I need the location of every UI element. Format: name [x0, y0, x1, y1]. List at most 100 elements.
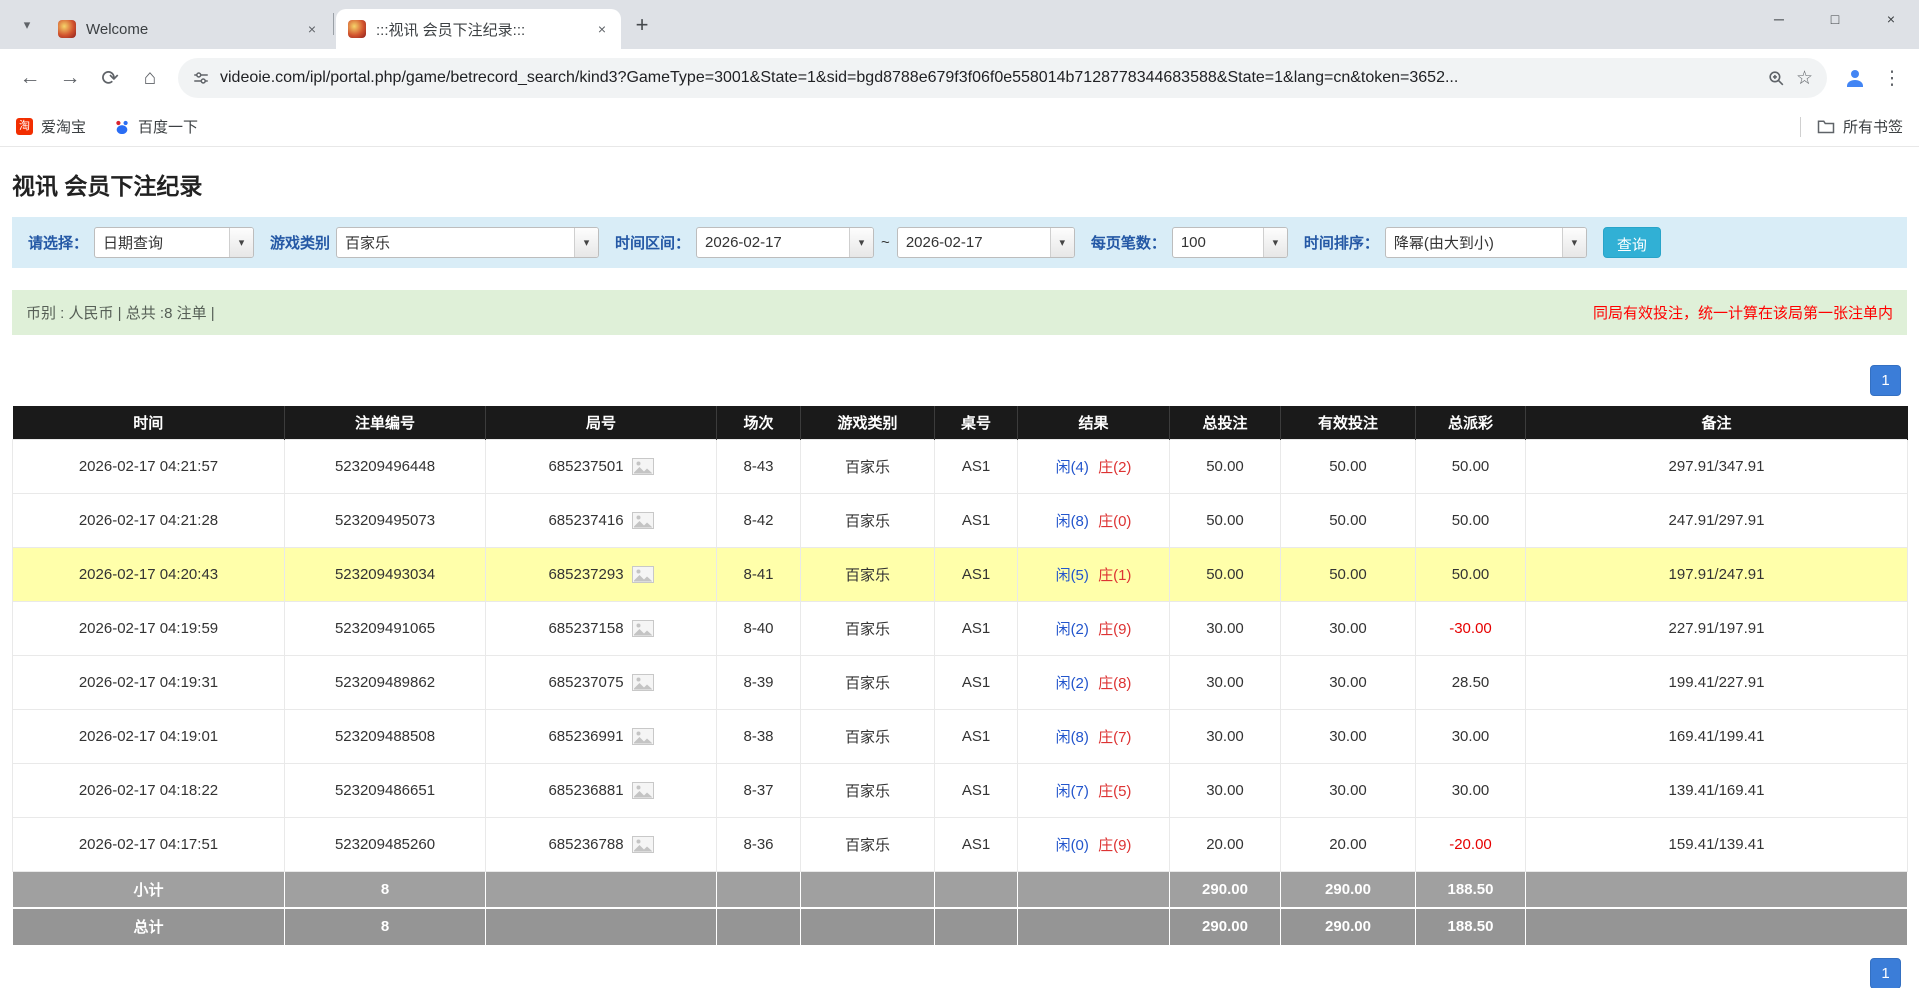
pagination-bottom: 1	[18, 958, 1901, 988]
tab-welcome[interactable]: Welcome ×	[46, 9, 331, 49]
cell-time: 2026-02-17 04:21:57	[13, 439, 285, 493]
date-separator: ~	[881, 234, 890, 251]
round-id-value: 685237501	[548, 458, 623, 475]
header-remark: 备注	[1526, 406, 1908, 439]
chevron-down-icon[interactable]: ▾	[229, 228, 253, 257]
new-tab-button[interactable]: +	[627, 10, 657, 40]
cell-game-type: 百家乐	[801, 655, 935, 709]
cell-total-bet[interactable]: 50.00	[1170, 547, 1281, 601]
cell-session: 8-38	[717, 709, 801, 763]
zoom-icon[interactable]	[1767, 69, 1786, 88]
cell-table-no: AS1	[935, 493, 1018, 547]
chevron-down-icon[interactable]: ▾	[1050, 228, 1074, 257]
game-type-select[interactable]: 百家乐 ▾	[336, 227, 599, 258]
date-from-value: 2026-02-17	[697, 228, 849, 257]
minimize-button[interactable]: ─	[1751, 0, 1807, 38]
chevron-down-icon[interactable]: ▾	[574, 228, 598, 257]
folder-icon	[1817, 119, 1835, 134]
tab-close-icon[interactable]: ×	[591, 18, 613, 40]
tab-close-icon[interactable]: ×	[301, 18, 323, 40]
reload-button[interactable]: ⟳	[90, 58, 130, 98]
header-time: 时间	[13, 406, 285, 439]
baidu-icon	[114, 119, 130, 135]
bookmarks-divider	[1800, 117, 1801, 137]
mode-label: 请选择：	[28, 232, 88, 253]
site-info-icon[interactable]	[192, 69, 210, 87]
round-replay-icon[interactable]	[632, 674, 654, 691]
round-replay-icon[interactable]	[632, 782, 654, 799]
bookmark-aitaobao[interactable]: 淘 爱淘宝	[16, 116, 86, 137]
cell-total-bet[interactable]: 30.00	[1170, 763, 1281, 817]
subtotal-total-bet: 290.00	[1170, 871, 1281, 908]
round-replay-icon[interactable]	[632, 512, 654, 529]
chevron-down-icon[interactable]: ▾	[1263, 228, 1287, 257]
chevron-down-icon[interactable]: ▾	[849, 228, 873, 257]
cell-session: 8-39	[717, 655, 801, 709]
mode-select[interactable]: 日期查询 ▾	[94, 227, 254, 258]
subtotal-label: 小计	[13, 871, 285, 908]
tab-search-icon[interactable]: ▾	[12, 10, 42, 40]
cell-result: 闲(8) 庄(0)	[1018, 493, 1170, 547]
cell-total-bet[interactable]: 30.00	[1170, 709, 1281, 763]
back-button[interactable]: ←	[10, 58, 50, 98]
date-from-select[interactable]: 2026-02-17 ▾	[696, 227, 874, 258]
cell-session: 8-43	[717, 439, 801, 493]
profile-avatar[interactable]	[1835, 58, 1875, 98]
bookmark-label: 爱淘宝	[41, 116, 86, 137]
cell-session: 8-42	[717, 493, 801, 547]
cell-result: 闲(5) 庄(1)	[1018, 547, 1170, 601]
sort-value: 降幂(由大到小)	[1386, 228, 1562, 257]
bookmark-baidu[interactable]: 百度一下	[114, 116, 198, 137]
all-bookmarks-button[interactable]: 所有书签	[1817, 116, 1903, 137]
cell-time: 2026-02-17 04:20:43	[13, 547, 285, 601]
round-replay-icon[interactable]	[632, 620, 654, 637]
window-close-button[interactable]: ×	[1863, 0, 1919, 38]
address-bar[interactable]: videoie.com/ipl/portal.php/game/betrecor…	[178, 58, 1827, 98]
subtotal-row: 小计 8 290.00 290.00 188.50	[13, 871, 1908, 908]
page-number-button[interactable]: 1	[1870, 958, 1901, 988]
cell-table-no: AS1	[935, 655, 1018, 709]
sort-select[interactable]: 降幂(由大到小) ▾	[1385, 227, 1587, 258]
header-payout: 总派彩	[1416, 406, 1526, 439]
cell-total-bet[interactable]: 50.00	[1170, 493, 1281, 547]
chevron-down-icon[interactable]: ▾	[1562, 228, 1586, 257]
page-size-value: 100	[1173, 228, 1263, 257]
forward-button[interactable]: →	[50, 58, 90, 98]
cell-game-type: 百家乐	[801, 709, 935, 763]
query-button[interactable]: 查询	[1603, 227, 1661, 258]
header-round-id: 局号	[486, 406, 717, 439]
cell-total-bet[interactable]: 30.00	[1170, 655, 1281, 709]
header-session: 场次	[717, 406, 801, 439]
cell-session: 8-41	[717, 547, 801, 601]
cell-game-type: 百家乐	[801, 439, 935, 493]
cell-total-bet[interactable]: 30.00	[1170, 601, 1281, 655]
tab-bet-records[interactable]: :::视讯 会员下注纪录::: ×	[336, 9, 621, 49]
cell-result: 闲(8) 庄(7)	[1018, 709, 1170, 763]
round-replay-icon[interactable]	[632, 836, 654, 853]
table-row: 2026-02-17 04:19:31 523209489862 6852370…	[13, 655, 1908, 709]
page-number-button[interactable]: 1	[1870, 365, 1901, 396]
cell-valid-bet: 30.00	[1281, 709, 1416, 763]
home-button[interactable]: ⌂	[130, 58, 170, 98]
cell-valid-bet: 50.00	[1281, 493, 1416, 547]
table-row: 2026-02-17 04:17:51 523209485260 6852367…	[13, 817, 1908, 871]
sort-label: 时间排序：	[1304, 232, 1379, 253]
round-replay-icon[interactable]	[632, 566, 654, 583]
round-replay-icon[interactable]	[632, 458, 654, 475]
cell-total-bet[interactable]: 50.00	[1170, 439, 1281, 493]
cell-total-bet[interactable]: 20.00	[1170, 817, 1281, 871]
page-content: 视讯 会员下注纪录 请选择： 日期查询 ▾ 游戏类别 百家乐 ▾ 时间区间： 2…	[0, 167, 1919, 988]
cell-round-id: 685236991	[486, 709, 717, 763]
notice-text: 同局有效投注，统一计算在该局第一张注单内	[1593, 302, 1893, 323]
round-replay-icon[interactable]	[632, 728, 654, 745]
result-banker: 庄(2)	[1098, 459, 1131, 476]
maximize-button[interactable]: □	[1807, 0, 1863, 38]
round-id-value: 685236991	[548, 728, 623, 745]
round-id-value: 685237158	[548, 620, 623, 637]
browser-menu-icon[interactable]: ⋮	[1875, 58, 1909, 98]
bookmark-star-icon[interactable]: ☆	[1796, 67, 1813, 90]
page-size-select[interactable]: 100 ▾	[1172, 227, 1288, 258]
date-to-select[interactable]: 2026-02-17 ▾	[897, 227, 1075, 258]
url-text[interactable]: videoie.com/ipl/portal.php/game/betrecor…	[220, 69, 1757, 87]
summary-bar: 币别 : 人民币 | 总共 :8 注单 | 同局有效投注，统一计算在该局第一张注…	[12, 290, 1907, 335]
